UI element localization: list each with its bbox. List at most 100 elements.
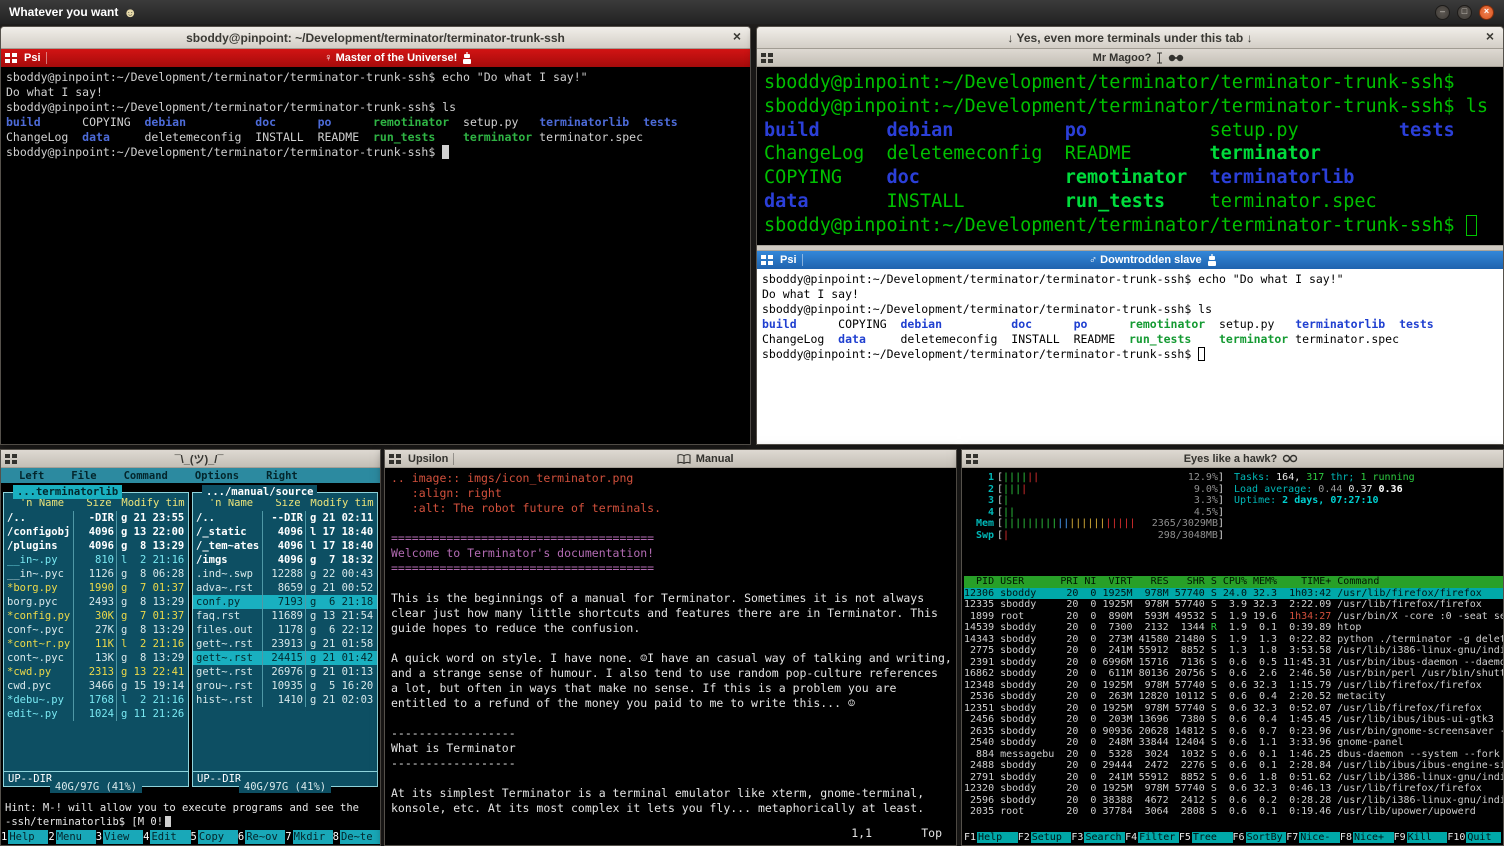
fkey-nice+[interactable]: F8Nice+ xyxy=(1340,832,1394,844)
pane-mc-titlebar[interactable]: ¯\_(ツ)_/¯ xyxy=(1,450,380,468)
file-row[interactable]: /configobj4096g 13 22:00 xyxy=(4,525,188,539)
pane-master-titlebar[interactable]: Psi ♀ Master of the Universe! xyxy=(1,49,750,67)
group-icon[interactable] xyxy=(5,53,18,64)
meter-1: 1[||||||12.9%] xyxy=(968,472,1224,484)
minimize-button[interactable]: – xyxy=(1435,5,1450,20)
fkey-setup[interactable]: F2Setup xyxy=(1018,832,1072,844)
file-row[interactable]: gett~.rst26976g 21 01:13 xyxy=(193,665,377,679)
fkey-search[interactable]: F3Search xyxy=(1071,832,1125,844)
file-row[interactable]: /plugins4096g 8 13:29 xyxy=(4,539,188,553)
line: 2635 sboddy 20 0 90936 20628 14812 S 0.6… xyxy=(964,726,1503,738)
menu-options[interactable]: Options xyxy=(195,469,239,483)
line: ------------------ xyxy=(391,756,950,771)
top-panel[interactable]: Whatever you want ☻ – □ × xyxy=(0,0,1504,24)
group-icon[interactable] xyxy=(761,255,774,266)
file-row[interactable]: __in~.pyc1126g 8 06:28 xyxy=(4,567,188,581)
fkey-copy[interactable]: 5Copy xyxy=(191,830,238,844)
file-row[interactable]: *config.py30Kg 7 01:37 xyxy=(4,609,188,623)
fkey-kill[interactable]: F9Kill xyxy=(1394,832,1448,844)
line: clear just how many little shortcuts and… xyxy=(391,606,950,621)
fkey-help[interactable]: F1Help xyxy=(964,832,1018,844)
pane-htop-titlebar[interactable]: Eyes like a hawk? xyxy=(962,450,1503,468)
file-row[interactable]: gett~.rst24415g 21 01:42 xyxy=(193,651,377,665)
pane-slave-titlebar[interactable]: Psi ♂ Downtrodden slave xyxy=(757,251,1503,269)
terminal-slave[interactable]: sboddy@pinpoint:~/Development/terminator… xyxy=(757,269,1503,444)
file-row[interactable]: gett~.rst23913g 21 01:58 xyxy=(193,637,377,651)
line: :align: right xyxy=(391,486,950,501)
file-row[interactable]: files.out1178g 6 22:12 xyxy=(193,623,377,637)
maximize-button[interactable]: □ xyxy=(1457,5,1472,20)
file-row[interactable]: *cwd.py2313g 13 22:41 xyxy=(4,665,188,679)
file-row[interactable]: /..-DIRg 21 23:55 xyxy=(4,511,188,525)
file-row[interactable]: cwd.pyc3466g 15 19:14 xyxy=(4,679,188,693)
file-row[interactable]: .ind~.swp12288g 22 00:43 xyxy=(193,567,377,581)
file-row[interactable]: adva~.rst8659g 21 00:52 xyxy=(193,581,377,595)
fkey-re~ov[interactable]: 6Re~ov xyxy=(238,830,285,844)
line: Uptime: 2 days, 07:27:10 xyxy=(1234,495,1501,507)
htop-process-table[interactable]: PID USER PRI NI VIRT RES SHR S CPU% MEM%… xyxy=(964,576,1503,818)
file-row[interactable]: __in~.py810l 2 21:16 xyxy=(4,553,188,567)
menu-file[interactable]: File xyxy=(71,469,96,483)
htop-app[interactable]: 1[||||||12.9%]2[||||9.0%]3[|3.3%]4[||4.5… xyxy=(962,468,1503,845)
line: ChangeLog data deletemeconfig INSTALL RE… xyxy=(762,332,1498,347)
fkey-sortby[interactable]: F6SortBy xyxy=(1233,832,1287,844)
file-row[interactable]: conf~.pyc27Kg 8 13:29 xyxy=(4,623,188,637)
group-icon[interactable] xyxy=(761,52,774,63)
menu-right[interactable]: Right xyxy=(266,469,298,483)
text-cursor xyxy=(165,816,171,827)
window-left-titlebar[interactable]: sboddy@pinpoint: ~/Development/terminato… xyxy=(1,27,750,49)
vim-editor[interactable]: .. image:: imgs/icon_terminator.png :ali… xyxy=(385,468,956,845)
window-right-titlebar[interactable]: ↓ Yes, even more terminals under this ta… xyxy=(757,27,1503,49)
file-row[interactable]: /..--DIRg 21 02:11 xyxy=(193,511,377,525)
file-row[interactable]: grou~.rst10935g 5 16:20 xyxy=(193,679,377,693)
mc-app[interactable]: Left File Command Options Right ...terminato… xyxy=(1,468,380,845)
fkey-filter[interactable]: F4Filter xyxy=(1125,832,1179,844)
menu-command[interactable]: Command xyxy=(124,469,168,483)
file-row[interactable]: /imgs4096g 7 18:32 xyxy=(193,553,377,567)
file-row[interactable]: *debu~.py1768l 2 21:16 xyxy=(4,693,188,707)
vim-ruler: 1,1 xyxy=(851,826,872,841)
line: 12335 sboddy 20 0 1925M 978M 57740 S 3.9… xyxy=(964,599,1503,611)
fkey-view[interactable]: 3View xyxy=(96,830,143,844)
line: 2035 root 20 0 37784 3064 2808 S 0.6 0.1… xyxy=(964,806,1503,818)
file-row[interactable]: conf.py7193g 6 21:18 xyxy=(193,595,377,609)
file-row[interactable]: /_static4096l 17 18:40 xyxy=(193,525,377,539)
glasses-icon xyxy=(1168,54,1184,62)
pane-manual-titlebar[interactable]: Upsilon Manual xyxy=(385,450,956,468)
close-button[interactable]: × xyxy=(1479,5,1494,20)
mc-col-date[interactable]: Modify tim xyxy=(310,496,374,510)
group-icon[interactable] xyxy=(5,453,18,464)
fkey-help[interactable]: 1Help xyxy=(1,830,48,844)
fkey-edit[interactable]: 4Edit xyxy=(143,830,190,844)
file-row[interactable]: *borg.py1990g 7 01:37 xyxy=(4,581,188,595)
mc-command-line[interactable]: -ssh/terminatorlib$ [M 0! xyxy=(1,815,380,829)
window-right-close-button[interactable]: × xyxy=(1486,28,1494,44)
fkey-quit[interactable]: F10Quit xyxy=(1447,832,1501,844)
file-row[interactable]: cont~.pyc13Kg 8 13:29 xyxy=(4,651,188,665)
mc-col-date[interactable]: Modify tim xyxy=(121,496,185,510)
window-left-close-button[interactable]: × xyxy=(733,28,741,44)
pane-magoo-title: Mr Magoo? xyxy=(1093,52,1152,64)
robot-icon xyxy=(1207,254,1217,266)
file-row[interactable]: faq.rst11689g 13 21:54 xyxy=(193,609,377,623)
group-icon[interactable] xyxy=(389,453,402,464)
fkey-menu[interactable]: 2Menu xyxy=(48,830,95,844)
line: 14539 sboddy 20 0 7300 2132 1344 R 1.9 0… xyxy=(964,622,1503,634)
fkey-nice-[interactable]: F7Nice- xyxy=(1286,832,1340,844)
terminal-magoo[interactable]: sboddy@pinpoint:~/Development/terminator… xyxy=(757,67,1503,245)
terminal-master[interactable]: sboddy@pinpoint:~/Development/terminator… xyxy=(1,67,750,444)
mc-left-path[interactable]: ...terminatorlib xyxy=(13,485,122,499)
file-row[interactable]: /_tem~ates4096l 17 18:40 xyxy=(193,539,377,553)
fkey-tree[interactable]: F5Tree xyxy=(1179,832,1233,844)
file-row[interactable]: edit~.py1024g 11 21:26 xyxy=(4,707,188,721)
line: build debian po setup.py tests xyxy=(764,119,1496,143)
file-row[interactable]: borg.pyc2493g 8 13:29 xyxy=(4,595,188,609)
fkey-de~te[interactable]: 8De~te xyxy=(333,830,380,844)
file-row[interactable]: *cont~r.py11Kl 2 21:16 xyxy=(4,637,188,651)
file-row[interactable]: hist~.rst1410g 21 02:03 xyxy=(193,693,377,707)
pane-magoo-titlebar[interactable]: Mr Magoo? xyxy=(757,49,1503,67)
fkey-mkdir[interactable]: 7Mkdir xyxy=(285,830,332,844)
group-icon[interactable] xyxy=(966,453,979,464)
mc-right-path[interactable]: .../manual/source xyxy=(202,485,317,499)
menu-left[interactable]: Left xyxy=(19,469,44,483)
